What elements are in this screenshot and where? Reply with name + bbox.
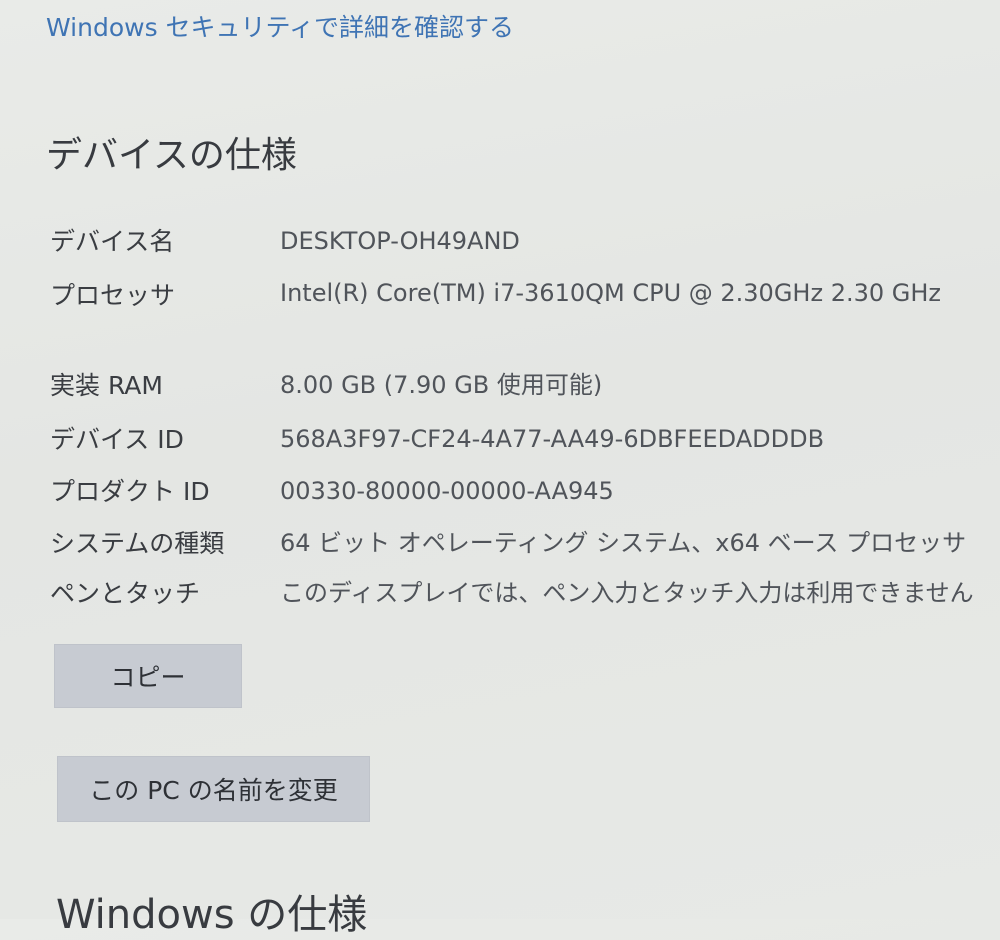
- device-specs-title: デバイスの仕様: [46, 135, 297, 176]
- windows-security-link[interactable]: Windows セキュリティで詳細を確認する: [46, 8, 514, 44]
- spec-value: DESKTOP-OH49AND: [280, 227, 520, 255]
- spec-label: デバイス名: [50, 227, 175, 256]
- windows-specs-title: Windows の仕様: [56, 892, 368, 938]
- spec-label: 実装 RAM: [50, 371, 163, 400]
- spec-value: このディスプレイでは、ペン入力とタッチ入力は利用できません: [280, 579, 974, 607]
- spec-label: プロダクト ID: [50, 477, 210, 506]
- spec-value: 64 ビット オペレーティング システム、x64 ベース プロセッサ: [280, 529, 967, 557]
- spec-label: システムの種類: [50, 529, 225, 558]
- spec-value: 8.00 GB (7.90 GB 使用可能): [280, 371, 603, 399]
- spec-label: ペンとタッチ: [50, 579, 201, 608]
- spec-value: 00330-80000-00000-AA945: [280, 477, 614, 505]
- spec-value: Intel(R) Core(TM) i7-3610QM CPU @ 2.30GH…: [280, 279, 942, 307]
- rename-pc-button[interactable]: この PC の名前を変更: [57, 756, 370, 822]
- spec-label: デバイス ID: [50, 425, 184, 454]
- copy-button[interactable]: コピー: [54, 644, 242, 708]
- spec-label: プロセッサ: [50, 281, 176, 310]
- spec-value: 568A3F97-CF24-4A77-AA49-6DBFEEDADDDB: [280, 425, 825, 453]
